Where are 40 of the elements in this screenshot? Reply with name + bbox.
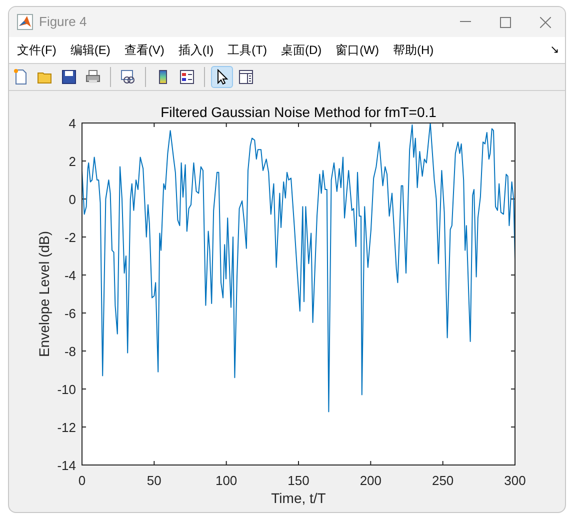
x-tick-label: 300 (504, 473, 526, 488)
x-tick-label: 200 (360, 473, 382, 488)
y-tick-label: -4 (64, 268, 76, 283)
edit-plot-button[interactable] (211, 66, 233, 88)
y-tick-label: 4 (68, 116, 76, 131)
menu-item[interactable]: 查看(V) (124, 41, 164, 59)
y-tick-label: 2 (68, 154, 76, 169)
legend-icon (179, 69, 195, 85)
x-tick-label: 150 (288, 473, 310, 488)
app-logo-icon (17, 14, 33, 30)
menu-item[interactable]: 窗口(W) (336, 41, 379, 59)
x-tick-label: 50 (146, 473, 162, 488)
x-tick-label: 0 (78, 473, 86, 488)
close-icon[interactable] (540, 16, 551, 28)
menu-item[interactable]: 编辑(E) (70, 41, 110, 59)
y-tick-label: -10 (57, 382, 76, 397)
menu-item[interactable]: 工具(T) (228, 41, 267, 59)
dock-glyph[interactable]: ↘ (550, 42, 559, 58)
window-title: Figure 4 (39, 13, 87, 32)
x-axis-label: Time, t/T (271, 490, 326, 506)
menu-item[interactable]: 文件(F) (17, 41, 56, 59)
property-panel-icon (238, 69, 254, 85)
menu-item[interactable]: 帮助(H) (392, 41, 434, 59)
y-tick-label: -12 (57, 420, 76, 435)
linked-plot-icon (120, 69, 136, 85)
maximize-icon[interactable] (500, 16, 511, 28)
printer-icon (85, 69, 101, 85)
menu-item[interactable]: 插入(I) (178, 41, 214, 59)
menu-item[interactable]: 桌面(D) (280, 41, 322, 59)
x-tick-label: 250 (432, 473, 454, 488)
y-tick-label: -14 (57, 458, 76, 473)
chart-title: Filtered Gaussian Noise Method for fmT=0.1 (160, 104, 436, 120)
y-tick-label: -6 (64, 306, 76, 321)
y-axis-label: Envelope Level (dB) (36, 230, 52, 358)
y-tick-label: 0 (68, 192, 76, 207)
new-file-icon (13, 69, 29, 85)
minimize-icon[interactable] (460, 21, 471, 23)
y-tick-label: -2 (64, 230, 76, 245)
y-tick-label: -8 (64, 344, 76, 359)
x-tick-label: 100 (215, 473, 238, 488)
